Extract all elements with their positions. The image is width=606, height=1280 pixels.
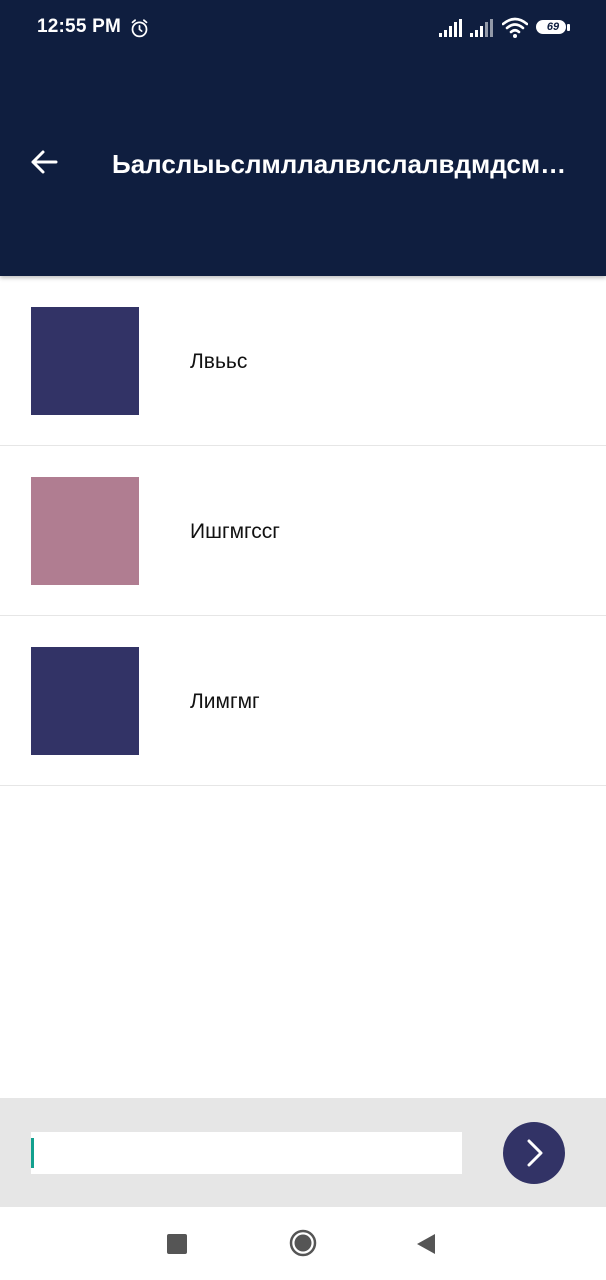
color-swatch	[31, 477, 139, 585]
signal-icon	[470, 19, 493, 37]
wifi-icon	[502, 17, 528, 38]
send-button[interactable]	[503, 1122, 565, 1184]
battery-level: 69	[546, 21, 560, 33]
text-input[interactable]	[31, 1132, 462, 1174]
alarm-icon	[131, 19, 148, 38]
back-button[interactable]	[22, 140, 66, 184]
arrow-left-icon	[31, 150, 58, 174]
list-item[interactable]: Ишгмгссг	[0, 446, 606, 616]
signal-icon	[439, 19, 462, 37]
message-input-bar	[0, 1098, 606, 1207]
battery-icon: 69	[536, 20, 570, 36]
text-cursor	[31, 1138, 34, 1168]
list-item-label: Лвььс	[190, 350, 248, 373]
color-swatch	[31, 307, 139, 415]
page-title: Ьалслыьслмллалвлслалвдмдсмщмс	[112, 149, 582, 179]
list-item[interactable]: Лимгмг	[0, 616, 606, 786]
chevron-right-icon	[527, 1139, 543, 1167]
status-time: 12:55 PM	[37, 16, 121, 37]
list-item-label: Лимгмг	[190, 690, 260, 713]
system-nav-bar	[0, 1207, 606, 1280]
triangle-back-icon[interactable]	[414, 1232, 438, 1256]
color-swatch	[31, 647, 139, 755]
circle-home-icon[interactable]	[289, 1229, 317, 1257]
square-recents-icon[interactable]	[167, 1234, 187, 1254]
list-item-label: Ишгмгссг	[190, 520, 280, 543]
list-item[interactable]: Лвььс	[0, 276, 606, 446]
color-list: Лвььс Ишгмгссг Лимгмг	[0, 276, 606, 786]
screen: 12:55 PM 69 Ьалслыьслмллалвлслалвдмдсмщм…	[0, 0, 606, 1280]
status-bar: 12:55 PM 69	[0, 0, 606, 58]
app-header: 12:55 PM 69 Ьалслыьслмллалвлслалвдмдсмщм…	[0, 0, 606, 276]
